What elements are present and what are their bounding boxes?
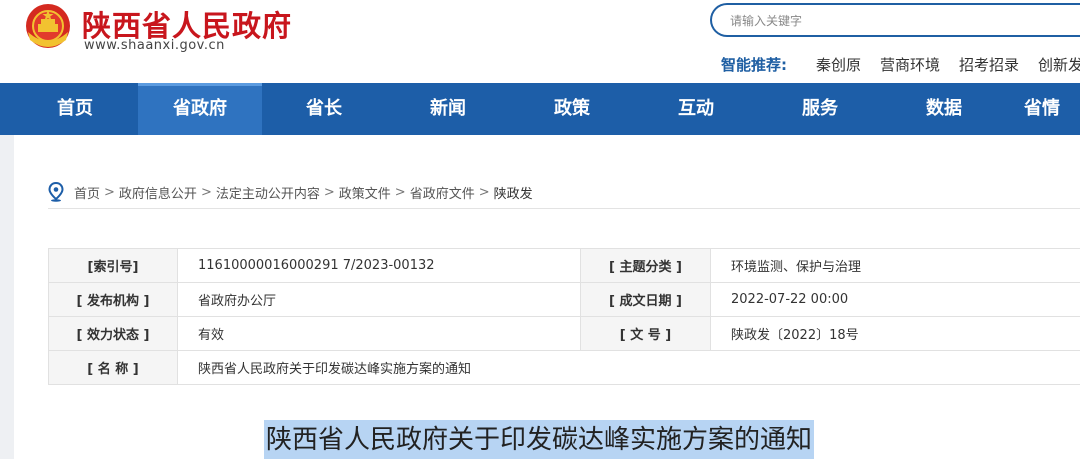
nav-item-data[interactable]: 数据 [882,83,1006,135]
date-value: 2022-07-22 00:00 [711,283,1080,317]
recommend-link[interactable]: 创新发 [1038,54,1080,75]
table-row: [ 发布机构 ] 省政府办公厅 [ 成文日期 ] 2022-07-22 00:0… [49,283,1080,317]
name-label: [ 名 称 ] [49,351,178,385]
recommend-links: 秦创原 营商环境 招考招录 创新发 [816,54,1080,75]
breadcrumb-divider [48,208,1080,209]
docno-value: 陕政发〔2022〕18号 [711,317,1080,351]
breadcrumb-separator: > [324,185,335,200]
breadcrumb-item[interactable]: 首页 [74,183,100,202]
recommend-link[interactable]: 秦创原 [816,54,861,75]
recommend-link[interactable]: 招考招录 [959,54,1019,75]
site-url[interactable]: www.shaanxi.gov.cn [84,38,225,53]
index-no-label: [索引号] [49,249,178,283]
breadcrumb-separator: > [479,185,490,200]
breadcrumb-item[interactable]: 省政府文件 [410,183,475,202]
nav-item-government[interactable]: 省政府 [138,83,262,138]
nav-item-news[interactable]: 新闻 [386,83,510,135]
nav-item-service[interactable]: 服务 [758,83,882,135]
table-row: [ 名 称 ] 陕西省人民政府关于印发碳达峰实施方案的通知 [49,351,1080,385]
search-input[interactable] [728,5,1072,37]
breadcrumb-separator: > [104,185,115,200]
location-pin-icon [48,182,64,202]
index-no-value: 11610000016000291 7/2023-00132 [178,249,581,283]
breadcrumb-item[interactable]: 政府信息公开 [119,183,197,202]
topic-value: 环境监测、保护与治理 [711,249,1080,283]
main-nav: 首页 省政府 省长 新闻 政策 互动 服务 数据 省情 [0,83,1080,135]
nav-item-policy[interactable]: 政策 [510,83,634,135]
breadcrumb-item[interactable]: 政策文件 [339,183,391,202]
nav-item-governor[interactable]: 省长 [262,83,386,135]
search-box [710,3,1080,37]
status-value: 有效 [178,317,581,351]
table-row: [ 效力状态 ] 有效 [ 文 号 ] 陕政发〔2022〕18号 [49,317,1080,351]
nav-item-interaction[interactable]: 互动 [634,83,758,135]
breadcrumb-separator: > [395,185,406,200]
document-info-table: [索引号] 11610000016000291 7/2023-00132 [ 主… [48,248,1080,385]
breadcrumb: 首页 > 政府信息公开 > 法定主动公开内容 > 政策文件 > 省政府文件 > … [48,182,533,202]
breadcrumb-separator: > [201,185,212,200]
issuer-label: [ 发布机构 ] [49,283,178,317]
issuer-value: 省政府办公厅 [178,283,581,317]
table-row: [索引号] 11610000016000291 7/2023-00132 [ 主… [49,249,1080,283]
site-header: 陕西省人民政府 www.shaanxi.gov.cn 智能推荐: 秦创原 营商环… [0,0,1080,83]
topic-label: [ 主题分类 ] [581,249,711,283]
recommend-label: 智能推荐: [721,54,787,75]
national-emblem-icon[interactable] [22,2,74,52]
docno-label: [ 文 号 ] [581,317,711,351]
date-label: [ 成文日期 ] [581,283,711,317]
nav-item-province[interactable]: 省情 [1006,83,1080,135]
recommend-link[interactable]: 营商环境 [880,54,940,75]
document-title: 陕西省人民政府关于印发碳达峰实施方案的通知 [264,420,814,459]
left-margin [0,135,14,459]
nav-item-home[interactable]: 首页 [13,83,137,135]
breadcrumb-current: 陕政发 [494,183,533,202]
name-value: 陕西省人民政府关于印发碳达峰实施方案的通知 [178,351,1080,385]
breadcrumb-item[interactable]: 法定主动公开内容 [216,183,320,202]
status-label: [ 效力状态 ] [49,317,178,351]
